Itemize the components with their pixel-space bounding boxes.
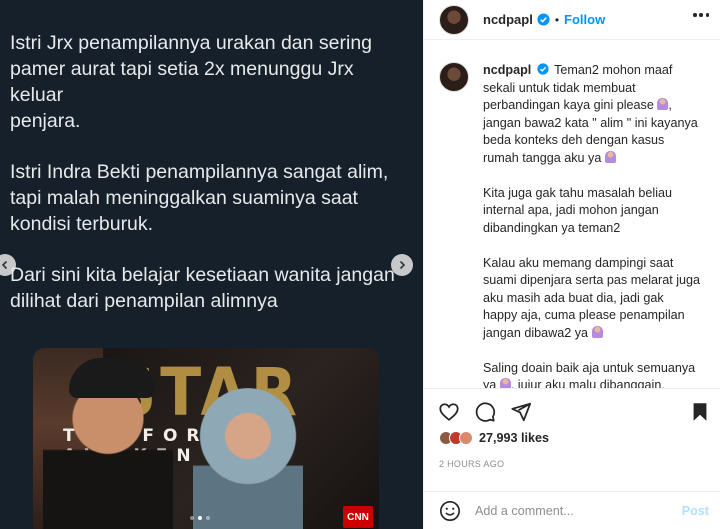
- chevron-left-icon: [1, 260, 8, 270]
- header-separator: •: [554, 12, 560, 27]
- more-dot: [699, 13, 703, 17]
- liker-avatar: [459, 431, 473, 445]
- caption-text-3: Kalau aku memang dampingi saat suami dip…: [483, 255, 701, 340]
- next-media-button[interactable]: [391, 254, 413, 276]
- tweet-paragraph-3: Dari sini kita belajar kesetiaan wanita …: [10, 264, 395, 312]
- likes-row[interactable]: 27,993 likes: [439, 431, 549, 445]
- emoji-woman-icon: [657, 98, 669, 110]
- post-sidebar: ncdpapl • Follow ncdpapl Teman2 mohon ma…: [423, 0, 720, 529]
- caption-paragraph-1: ncdpapl Teman2 mohon maaf sekali untuk t…: [483, 62, 709, 167]
- emoji-icon[interactable]: [439, 500, 461, 522]
- cap: [69, 358, 155, 398]
- caption-username[interactable]: ncdpapl: [483, 63, 531, 77]
- bookmark-icon[interactable]: [689, 401, 711, 423]
- more-dot: [693, 13, 697, 17]
- emoji-woman-icon: [591, 325, 603, 338]
- verified-badge-icon: [537, 13, 550, 26]
- post-actions: 27,993 likes 2 HOURS AGO Post: [424, 388, 720, 529]
- emoji-woman-icon: [604, 150, 616, 163]
- carousel-dots: [190, 516, 210, 520]
- cnn-logo: CNN: [343, 506, 373, 528]
- post-comment-button[interactable]: Post: [682, 504, 709, 518]
- chevron-right-icon: [399, 260, 406, 270]
- heart-icon[interactable]: [438, 401, 460, 423]
- caption-body: ncdpapl Teman2 mohon maaf sekali untuk t…: [483, 62, 709, 388]
- woman-figure: [193, 388, 303, 529]
- comment-input[interactable]: [475, 504, 682, 518]
- header-username[interactable]: ncdpapl: [483, 12, 533, 27]
- post-timestamp: 2 HOURS AGO: [439, 459, 505, 469]
- caption-paragraph-4: Saling doain baik aja untuk semuanya ya …: [483, 360, 709, 388]
- more-dot: [705, 13, 709, 17]
- caption-text-4b: , jujur aku malu dibanggain, karena masi…: [510, 378, 665, 388]
- couple-photo: STAR THE FORCE AWAKEN CNN: [33, 348, 379, 529]
- post-header: ncdpapl • Follow: [424, 0, 720, 40]
- verified-badge-icon: [537, 63, 549, 75]
- caption-paragraph-3: Kalau aku memang dampingi saat suami dip…: [483, 255, 709, 343]
- tweet-paragraph-2: Istri Indra Bekti penampilannya sangat a…: [10, 161, 389, 235]
- carousel-dot-active: [198, 516, 202, 520]
- caption-paragraph-2: Kita juga gak tahu masalah beliau intern…: [483, 185, 673, 235]
- emoji-woman-icon: [499, 378, 511, 388]
- post-media: Istri Jrx penampilannya urakan dan serin…: [0, 0, 423, 529]
- comments-section[interactable]: ncdpapl Teman2 mohon maaf sekali untuk t…: [424, 50, 720, 388]
- tweet-screenshot-text: Istri Jrx penampilannya urakan dan serin…: [10, 30, 410, 339]
- comment-icon[interactable]: [474, 401, 496, 423]
- add-comment-bar: Post: [424, 491, 720, 529]
- more-icon[interactable]: [693, 13, 709, 17]
- avatar[interactable]: [439, 4, 469, 35]
- action-icons: [438, 401, 532, 423]
- follow-button[interactable]: Follow: [564, 12, 605, 27]
- likes-count[interactable]: 27,993 likes: [479, 431, 549, 445]
- carousel-dot: [190, 516, 194, 520]
- tweet-paragraph-1: Istri Jrx penampilannya urakan dan serin…: [10, 32, 373, 132]
- avatar[interactable]: [439, 62, 469, 92]
- share-icon[interactable]: [510, 401, 532, 423]
- carousel-dot: [206, 516, 210, 520]
- caption: ncdpapl Teman2 mohon maaf sekali untuk t…: [424, 50, 720, 388]
